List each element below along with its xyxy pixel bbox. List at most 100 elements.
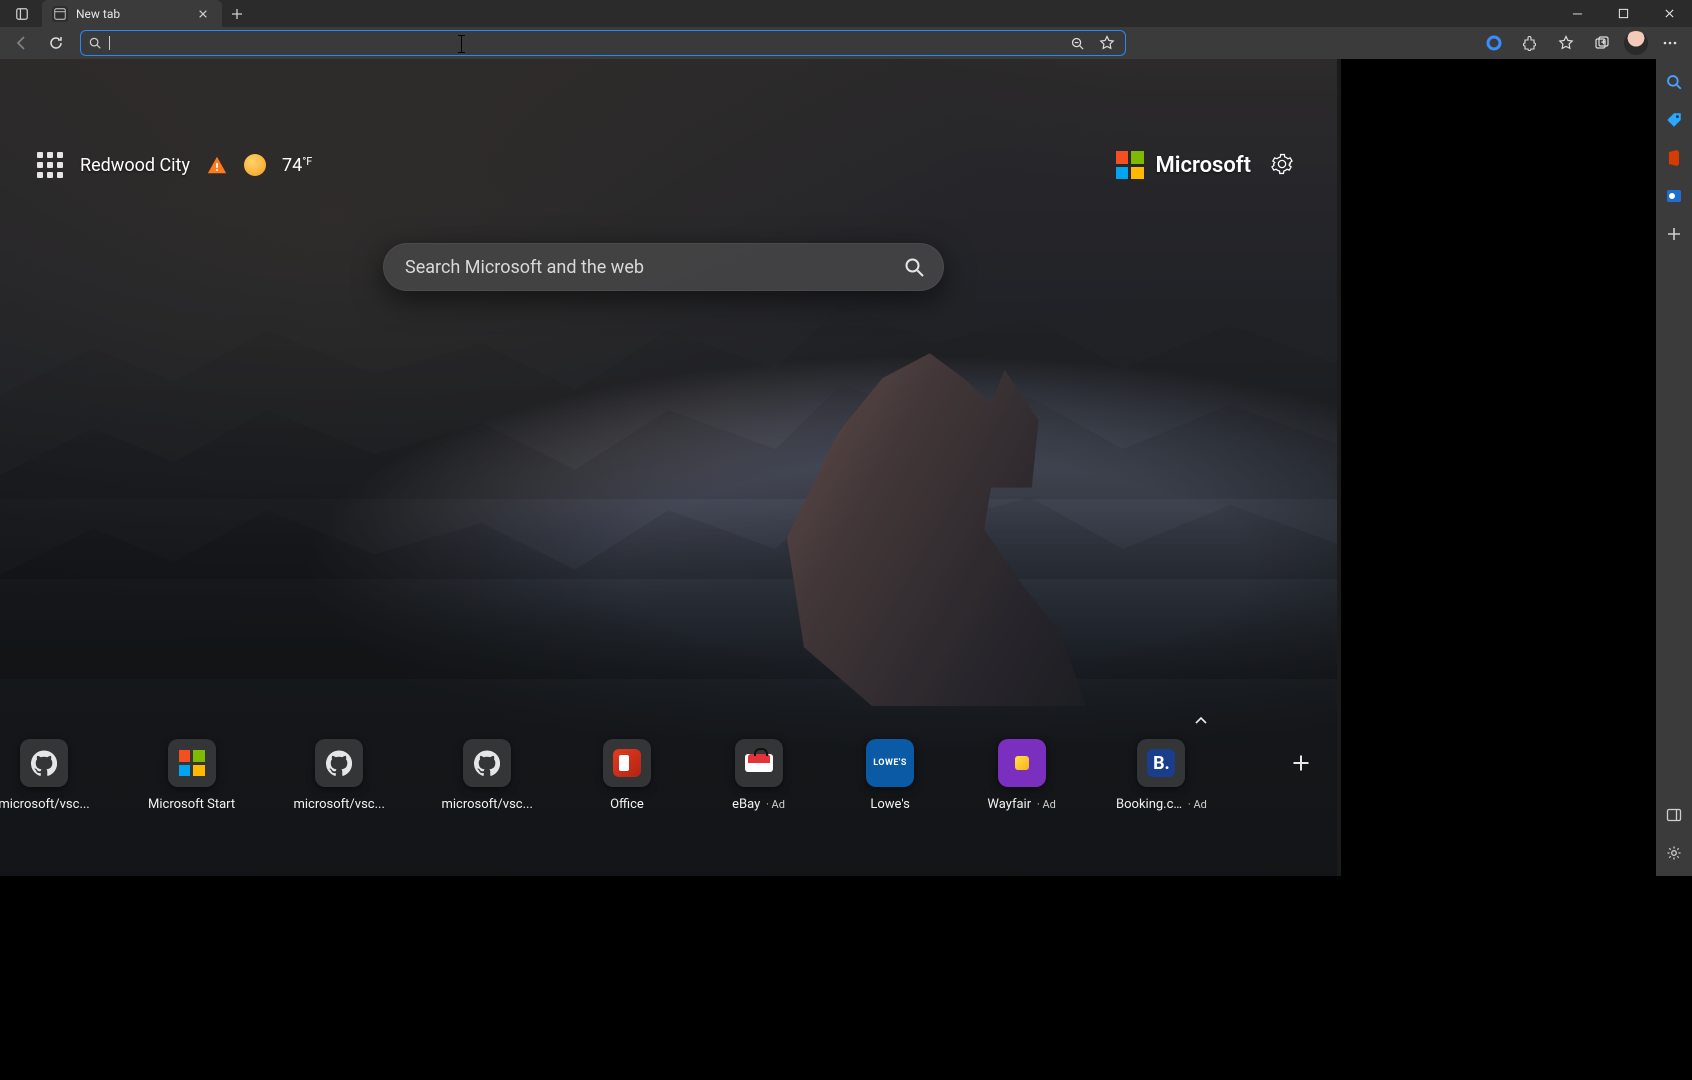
address-bar[interactable] [80,30,1126,56]
tile-lowes: LOWE'S [866,739,914,787]
arrow-left-icon [14,35,30,51]
weather-alert-icon [206,154,228,176]
address-input[interactable] [110,35,1063,52]
ntp-header-left: Redwood City 74°F [36,151,312,179]
quicklink-label: Booking.c… · Ad [1116,797,1207,812]
maximize-icon [1618,8,1629,19]
quicklink-add-button[interactable] [1265,739,1337,812]
quicklink-label: Wayfair · Ad [987,797,1055,812]
quicklink-item[interactable]: B. Booking.c… · Ad [1117,739,1205,812]
chevron-up-icon [1193,713,1209,729]
ad-badge: · Ad [763,798,785,811]
ntp-settings-button[interactable] [1271,153,1293,179]
ad-badge: · Ad [1185,798,1207,811]
sidebar-shopping-button[interactable] [1661,107,1687,133]
sidebar-hide-button[interactable] [1661,802,1687,828]
extensions-button[interactable] [1516,29,1544,57]
quicklink-label: microsoft/vsc... [441,797,532,812]
search-icon [1665,73,1683,91]
quicklink-label: Microsoft Start [148,797,235,812]
tile-github [463,739,511,787]
sidebar-search-button[interactable] [1661,69,1687,95]
zoom-button[interactable] [1063,29,1091,57]
plus-icon [231,8,243,20]
ad-badge: · Ad [1034,798,1056,811]
quicklink-item[interactable]: microsoft/vsc... [443,739,531,812]
back-button[interactable] [8,29,36,57]
edge-sidebar [1656,59,1692,876]
window-minimize-button[interactable] [1554,0,1600,27]
extension-circle-button[interactable] [1480,29,1508,57]
titlebar: New tab [0,0,1692,27]
tab-close-button[interactable] [194,5,212,23]
more-menu-button[interactable] [1656,29,1684,57]
quicklink-label: microsoft/vsc... [0,797,90,812]
search-icon [81,36,109,50]
puzzle-icon [1522,35,1538,51]
toolbar-right [1480,29,1684,57]
sidebar-outlook-button[interactable] [1661,183,1687,209]
cropped-region [0,876,1692,1080]
quicklink-item[interactable]: Office [591,739,663,812]
tile-booking: B. [1137,739,1185,787]
star-plus-icon [1099,35,1115,51]
quicklink-label: microsoft/vsc... [293,797,384,812]
panel-icon [1666,807,1682,823]
sidebar-settings-button[interactable] [1661,840,1687,866]
close-icon [198,9,208,19]
tab-actions-button[interactable] [6,0,38,27]
gear-icon [1666,845,1682,861]
weather-location[interactable]: Redwood City [80,155,190,176]
collections-icon [1594,35,1610,51]
scrollbar-track[interactable] [1337,59,1341,876]
tab-favicon [52,6,68,22]
ntp-content: Redwood City 74°F Microsoft Search Micro… [0,59,1337,876]
tile-wayfair [998,739,1046,787]
more-horizontal-icon [1662,35,1678,51]
office-icon [1665,149,1683,167]
ntp-search-placeholder: Search Microsoft and the web [383,257,884,278]
text-cursor-icon [461,35,462,53]
window-close-button[interactable] [1646,0,1692,27]
weather-temp-value: 74 [282,155,302,176]
favorite-button[interactable] [1093,29,1121,57]
ring-icon [1485,34,1503,52]
quicklink-label: eBay · Ad [732,797,785,812]
gear-icon [1271,153,1293,175]
quicklink-item[interactable]: microsoft/vsc... [0,739,88,812]
newtab-icon [54,8,66,20]
tab-title: New tab [76,7,120,21]
quicklink-item[interactable]: LOWE'SLowe's [854,739,926,812]
ntp-search-box[interactable]: Search Microsoft and the web [383,243,944,291]
window-controls [1554,0,1692,27]
tab-active[interactable]: New tab [42,0,222,27]
close-icon [1664,8,1675,19]
quicklink-label: Office [610,797,644,812]
toolbar [0,27,1692,59]
refresh-icon [48,35,64,51]
tile-office [603,739,651,787]
quicklink-item[interactable]: Microsoft Start [148,739,235,812]
quicklink-item[interactable]: microsoft/vsc... [295,739,383,812]
favorites-button[interactable] [1552,29,1580,57]
sidebar-add-button[interactable] [1661,221,1687,247]
weather-temp[interactable]: 74°F [282,155,312,176]
quicklink-item[interactable]: Wayfair · Ad [986,739,1058,812]
tab-strip: New tab [0,0,252,27]
quicklinks-collapse-button[interactable] [1187,707,1215,735]
collections-button[interactable] [1588,29,1616,57]
tag-icon [1665,111,1683,129]
minimize-icon [1572,8,1583,19]
sidebar-office-button[interactable] [1661,145,1687,171]
profile-avatar-button[interactable] [1624,31,1648,55]
tile-github [315,739,363,787]
app-launcher-button[interactable] [36,151,64,179]
weather-temp-unit: °F [302,155,312,168]
new-tab-button[interactable] [222,0,252,27]
refresh-button[interactable] [42,29,70,57]
quicklink-item[interactable]: eBay · Ad [723,739,795,812]
window-maximize-button[interactable] [1600,0,1646,27]
plus-icon [1291,753,1311,773]
ntp-search-button[interactable] [884,255,944,279]
tile-github [20,739,68,787]
